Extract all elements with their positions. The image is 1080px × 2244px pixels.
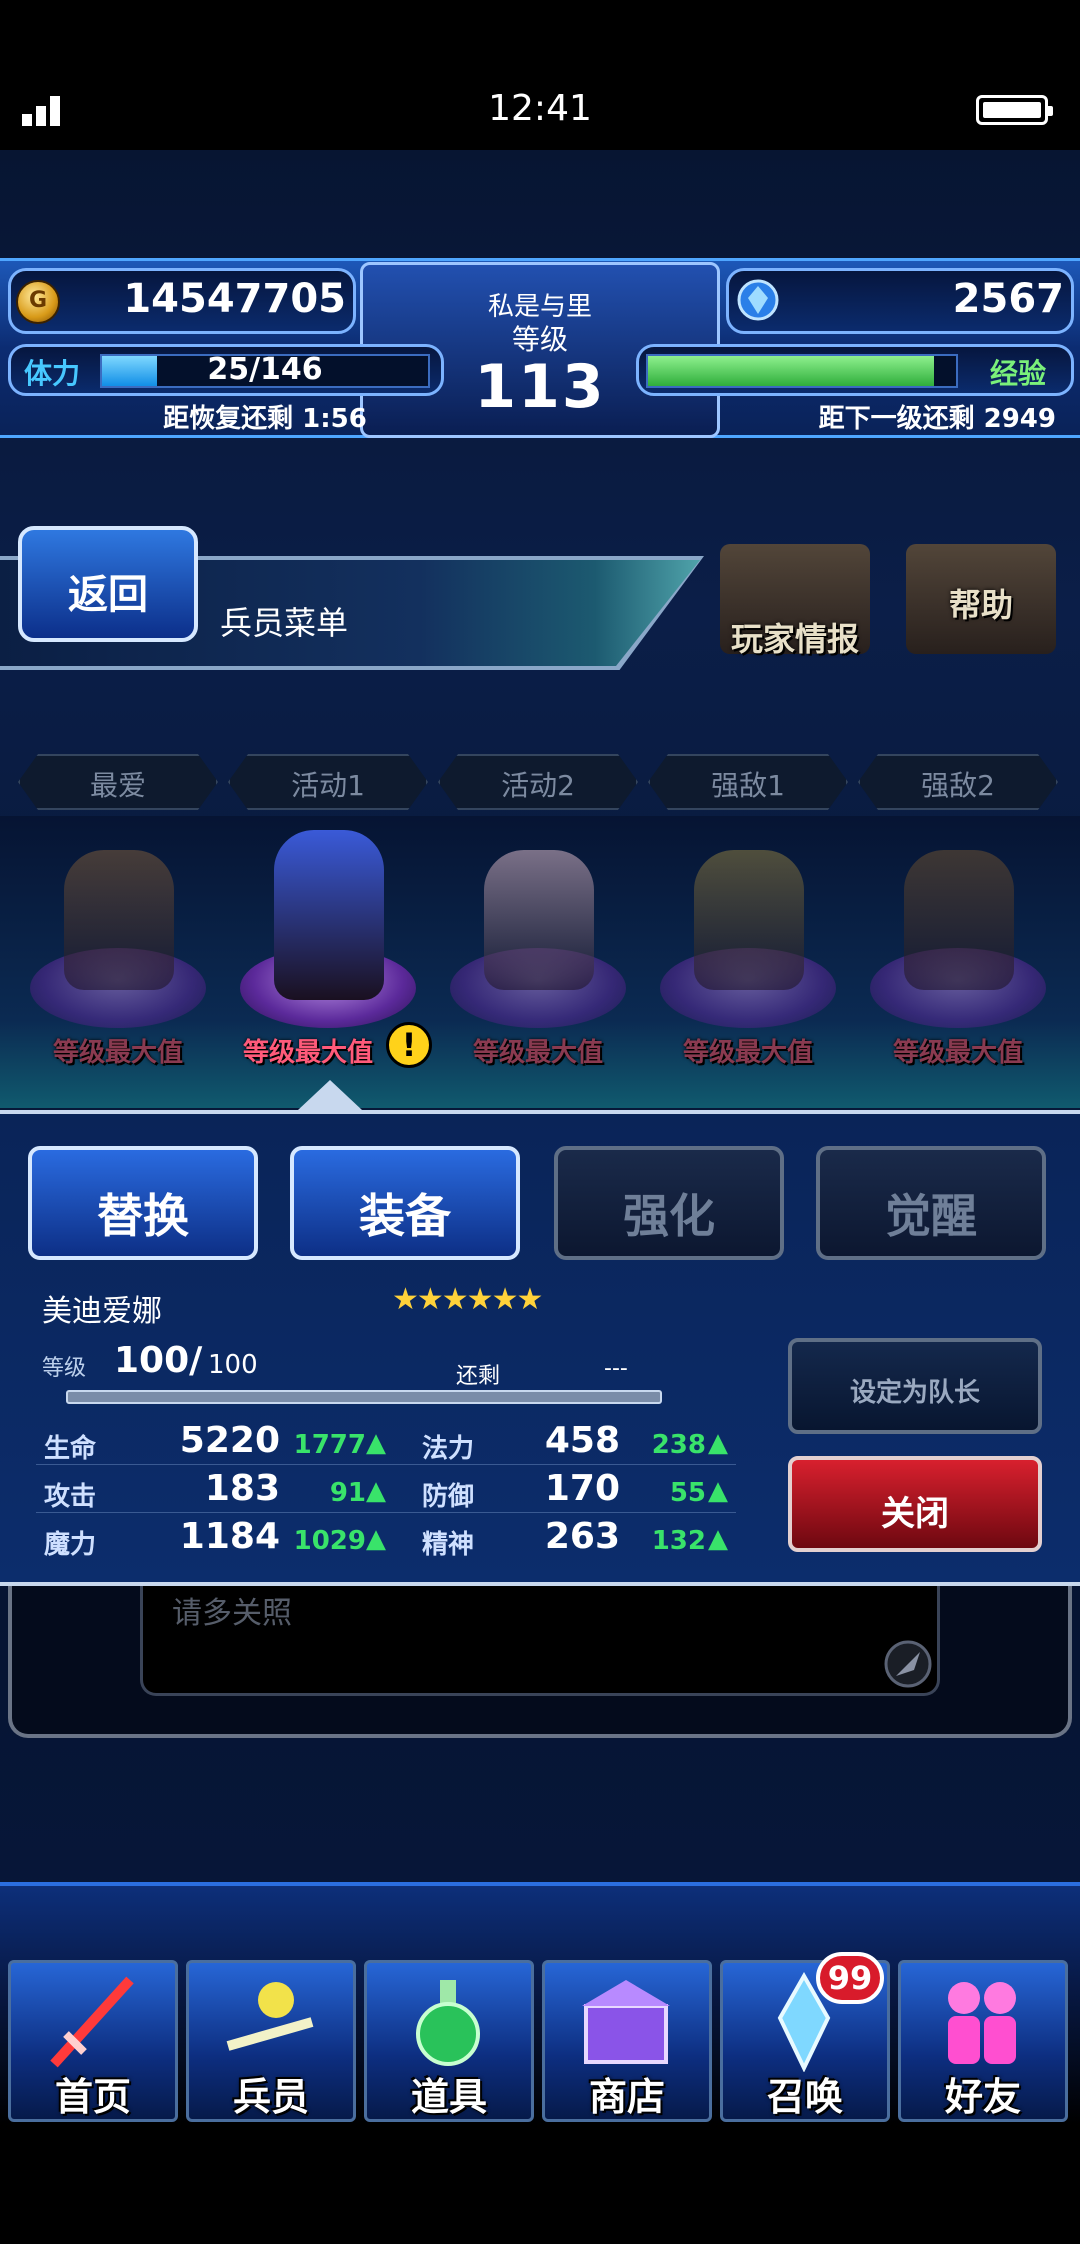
stat-label: 攻击 — [44, 1482, 97, 1512]
nav-home-label: 首页 — [54, 2075, 131, 2119]
stat-bonus: 132 — [651, 1526, 706, 1556]
unit-sprite[interactable] — [484, 850, 594, 990]
alert-icon: ! — [386, 1022, 432, 1068]
stat-row: 魔力 1184 1029 ▲ 精神 263 132 ▲ — [36, 1516, 736, 1560]
unit-status: 等级最大值 — [892, 1038, 1023, 1068]
unit-status: 等级最大值 — [242, 1038, 373, 1068]
stat-value: 263 — [544, 1516, 620, 1557]
exp-label: 经验 — [990, 357, 1047, 390]
edit-quill-icon[interactable] — [884, 1640, 932, 1688]
close-button-label: 关闭 — [881, 1494, 949, 1534]
stat-row: 生命 5220 1777 ▲ 法力 458 238 ▲ — [36, 1420, 736, 1465]
nav-items-label: 道具 — [410, 2075, 487, 2119]
stat-label: 生命 — [44, 1434, 97, 1464]
battery-icon — [976, 95, 1053, 125]
stamina-label: 体力 — [24, 357, 81, 390]
stat-label: 精神 — [422, 1530, 475, 1560]
up-arrow-icon: ▲ — [708, 1476, 728, 1506]
party-tab-label: 活动1 — [291, 769, 365, 802]
nav-units-label: 兵员 — [232, 2075, 309, 2119]
comment-text: 请多关照 — [172, 1596, 292, 1631]
unit-rarity-stars: ★★★★★★ — [392, 1282, 543, 1317]
unit-level-max: 100 — [208, 1350, 258, 1380]
unit-level-label: 等级 — [42, 1356, 87, 1381]
nav-shop-label: 商店 — [588, 2075, 665, 2119]
stamina-value: 25/146 — [207, 352, 323, 387]
equip-button-label: 装备 — [359, 1189, 451, 1243]
system-nav-area — [0, 2124, 1080, 2244]
unit-name: 美迪爱娜 — [42, 1294, 162, 1329]
nav-summon-label: 召唤 — [766, 2075, 843, 2119]
enhance-button-label: 强化 — [623, 1189, 715, 1243]
stat-label: 法力 — [422, 1434, 475, 1464]
awaken-button-label: 觉醒 — [885, 1189, 977, 1243]
up-arrow-icon: ▲ — [366, 1428, 386, 1458]
unit-level-current: 100/ — [114, 1340, 203, 1381]
shop-stall-icon — [582, 1980, 670, 2064]
remaining-exp-value: --- — [604, 1356, 628, 1381]
replace-button-label: 替换 — [97, 1189, 189, 1243]
help-label: 帮助 — [948, 586, 1013, 624]
stat-bonus: 238 — [651, 1430, 706, 1460]
potion-icon — [416, 1980, 480, 2066]
unit-sprite[interactable] — [694, 850, 804, 990]
stat-value: 170 — [544, 1468, 620, 1509]
up-arrow-icon: ▲ — [708, 1524, 728, 1554]
status-bar: 12:41 — [0, 0, 1080, 150]
unit-status: 等级最大值 — [682, 1038, 813, 1068]
up-arrow-icon: ▲ — [366, 1524, 386, 1554]
up-arrow-icon: ▲ — [708, 1428, 728, 1458]
stat-bonus: 1777 — [293, 1430, 366, 1460]
up-arrow-icon: ▲ — [366, 1476, 386, 1506]
page-title: 兵员菜单 — [220, 604, 349, 642]
back-button-label: 返回 — [68, 572, 148, 618]
sword-icon — [50, 1976, 134, 2068]
hero-icon — [226, 1982, 314, 2051]
stat-value: 458 — [544, 1420, 620, 1461]
lapis-crystal-icon — [737, 279, 779, 321]
unit-sprite[interactable] — [64, 850, 174, 990]
nav-friends-label: 好友 — [944, 2075, 1021, 2119]
stat-label: 魔力 — [44, 1530, 97, 1560]
exp-bar — [646, 354, 958, 388]
stat-bonus: 91 — [329, 1478, 366, 1508]
summon-count-badge: 99 — [816, 1952, 884, 2004]
next-level-exp: 距下一级还剩 2949 — [818, 404, 1056, 434]
unit-sprite-selected[interactable] — [274, 830, 384, 1000]
stat-row: 攻击 183 91 ▲ 防御 170 55 ▲ — [36, 1468, 736, 1513]
unit-status: 等级最大值 — [472, 1038, 603, 1068]
clock: 12:41 — [488, 88, 592, 129]
remaining-exp-label: 还剩 — [456, 1364, 501, 1389]
stat-bonus: 1029 — [293, 1526, 366, 1556]
unit-exp-bar — [66, 1390, 662, 1404]
unit-sprite[interactable] — [904, 850, 1014, 990]
selection-pointer-icon — [298, 1080, 362, 1110]
gil-coin-icon: G — [16, 280, 60, 324]
gil-amount: 14547705 — [123, 276, 346, 322]
party-tab-label: 强敌2 — [921, 769, 995, 802]
set-leader-label: 设定为队长 — [849, 1378, 980, 1408]
party-tab-label: 活动2 — [501, 769, 575, 802]
unit-status: 等级最大值 — [52, 1038, 183, 1068]
stat-label: 防御 — [422, 1482, 475, 1512]
party-tab-label: 最爱 — [89, 769, 146, 802]
lapis-amount: 2567 — [952, 276, 1064, 322]
player-info-label: 玩家情报 — [730, 620, 859, 658]
stamina-recovery-timer: 距恢复还剩 1:56 — [163, 404, 367, 434]
friends-icon — [948, 1982, 1016, 2064]
party-tab-label: 强敌1 — [711, 769, 785, 802]
stat-bonus: 55 — [669, 1478, 706, 1508]
